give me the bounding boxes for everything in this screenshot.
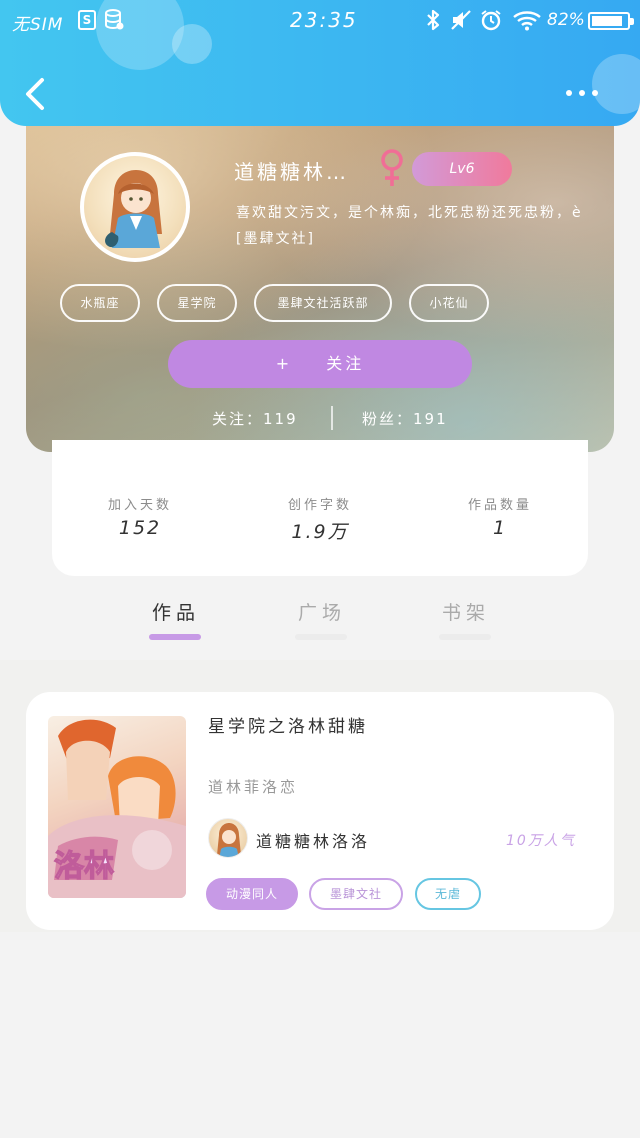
battery-percent: 82% xyxy=(547,10,585,30)
work-subtitle: 道林菲洛恋 xyxy=(208,778,299,796)
female-icon xyxy=(381,149,403,186)
stat-join-days: 加入天数 152 xyxy=(80,494,200,539)
profile-bio-line2: [墨肆文社] xyxy=(236,231,315,247)
stat-word-count: 创作字数 1.9万 xyxy=(260,494,380,544)
stat-value: 152 xyxy=(118,517,162,539)
tab-indicator-active xyxy=(149,634,201,640)
sim-status: 无SIM xyxy=(12,15,64,35)
stat-value: 1.9万 xyxy=(291,521,349,543)
stat-value: 1 xyxy=(492,517,508,539)
back-button[interactable] xyxy=(18,74,54,114)
wifi-icon xyxy=(513,11,541,31)
follow-counts: 关注：119 粉丝：191 xyxy=(26,406,614,432)
tab-indicator xyxy=(295,634,347,640)
profile-tag[interactable]: 墨肆文社活跃部 xyxy=(254,284,392,322)
author-name[interactable]: 道糖糖林洛洛 xyxy=(256,828,370,852)
battery-icon xyxy=(588,12,634,30)
bluetooth-icon xyxy=(427,9,440,31)
divider xyxy=(331,406,333,430)
more-dots-icon xyxy=(566,90,572,96)
status-bar: 无SIM S 23:35 82% xyxy=(0,0,640,44)
stat-label: 作品数量 xyxy=(467,498,532,513)
work-card[interactable]: 洛林 星学院之洛林甜糖 道林菲洛恋 道糖糖林洛洛 10万人气 动漫同人 墨肆文社… xyxy=(26,692,614,930)
s-badge-icon: S xyxy=(78,10,96,30)
follow-button[interactable]: + 关注 xyxy=(168,340,472,388)
work-cover-image[interactable]: 洛林 xyxy=(48,716,186,898)
more-button[interactable] xyxy=(560,84,604,102)
tab-bookshelf[interactable]: 书架 xyxy=(426,598,506,625)
fans-count[interactable]: 粉丝：191 xyxy=(362,408,448,429)
alarm-icon xyxy=(481,10,501,31)
stat-label: 加入天数 xyxy=(107,498,172,513)
profile-tag[interactable]: 小花仙 xyxy=(409,284,489,322)
work-title[interactable]: 星学院之洛林甜糖 xyxy=(208,712,368,737)
clock: 23:35 xyxy=(290,8,358,32)
profile-bio: 喜欢甜文污文，是个林痴，北死忠粉还死忠粉，è xyxy=(236,205,583,221)
work-tag[interactable]: 无虐 xyxy=(415,878,481,910)
level-badge: Lv6 xyxy=(412,152,512,186)
work-tag[interactable]: 动漫同人 xyxy=(206,878,298,910)
author-avatar[interactable] xyxy=(208,818,248,858)
tab-works[interactable]: 作品 xyxy=(136,598,216,625)
cover-illustration: 洛林 xyxy=(48,719,186,898)
following-count[interactable]: 关注：119 xyxy=(212,408,298,429)
popularity-count: 10万人气 xyxy=(506,833,576,849)
tab-bar: 作品 广场 书架 xyxy=(0,582,640,660)
author-avatar-illustration xyxy=(217,823,241,857)
profile-tag[interactable]: 星学院 xyxy=(157,284,237,322)
profile-tag[interactable]: 水瓶座 xyxy=(60,284,140,322)
plus-icon: + xyxy=(275,354,293,373)
storage-icon xyxy=(105,9,124,30)
profile-nickname: 道糖糖林… xyxy=(234,160,349,184)
follow-label: 关注 xyxy=(326,354,365,373)
mute-icon xyxy=(451,10,471,30)
avatar-illustration xyxy=(105,170,162,248)
tab-indicator xyxy=(439,634,491,640)
chevron-left-icon xyxy=(26,78,44,110)
work-tag[interactable]: 墨肆文社 xyxy=(309,878,403,910)
app-header: 无SIM S 23:35 82% xyxy=(0,0,640,126)
svg-text:洛林: 洛林 xyxy=(54,849,114,884)
tab-square[interactable]: 广场 xyxy=(282,598,362,625)
profile-card: 道糖糖林… Lv6 喜欢甜文污文，是个林痴，北死忠粉还死忠粉，è [墨肆文社] … xyxy=(26,96,614,452)
stats-card: 加入天数 152 创作字数 1.9万 作品数量 1 xyxy=(52,440,588,576)
stat-label: 创作字数 xyxy=(287,498,352,513)
stat-works-count: 作品数量 1 xyxy=(440,494,560,539)
avatar[interactable] xyxy=(80,152,190,262)
works-section: 洛林 星学院之洛林甜糖 道林菲洛恋 道糖糖林洛洛 10万人气 动漫同人 墨肆文社… xyxy=(0,660,640,932)
